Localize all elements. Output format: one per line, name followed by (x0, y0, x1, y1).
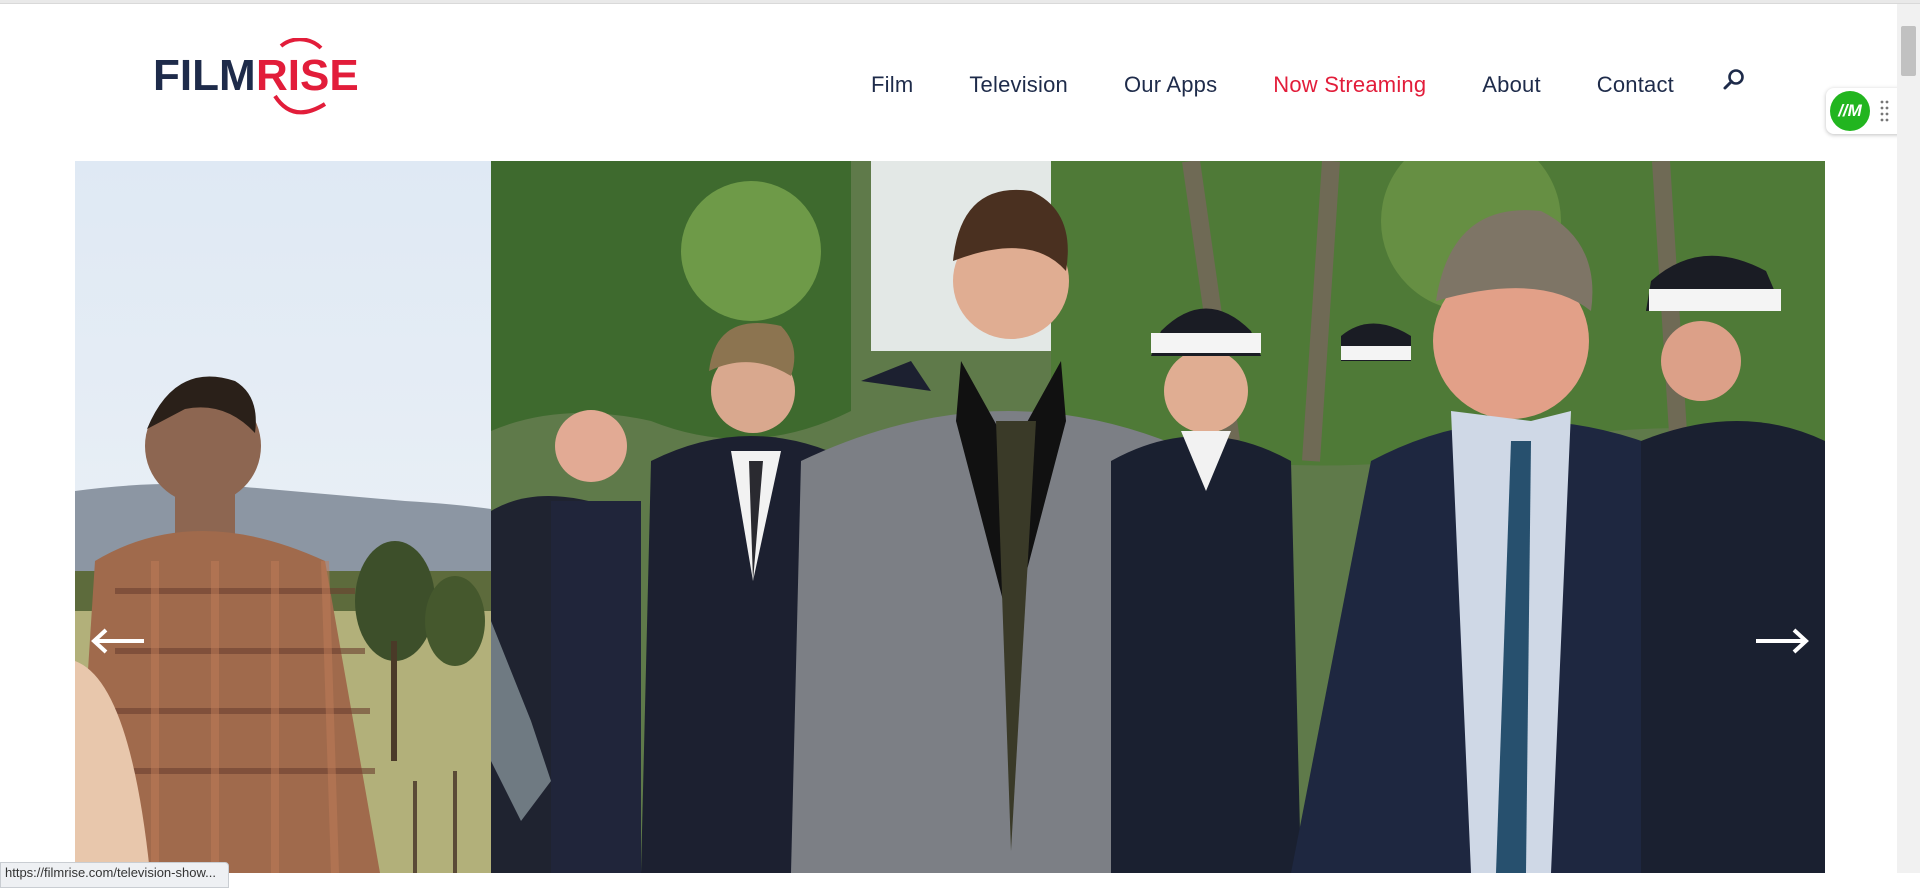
drag-handle-icon[interactable] (1880, 100, 1890, 122)
slide-previous-image[interactable] (75, 161, 491, 873)
arrow-left-icon[interactable] (88, 626, 148, 656)
arrow-right-icon[interactable] (1752, 626, 1812, 656)
search-icon[interactable] (1722, 68, 1746, 92)
nav-about[interactable]: About (1482, 72, 1541, 98)
nav-our-apps[interactable]: Our Apps (1124, 72, 1217, 98)
logo-text-film: FILM (153, 51, 256, 100)
hero-slider[interactable] (75, 161, 1825, 873)
filmrise-logo[interactable]: FILM RISE (153, 38, 363, 120)
extension-badge[interactable]: //M (1830, 91, 1870, 131)
nav-television[interactable]: Television (969, 72, 1068, 98)
main-nav: Film Television Our Apps Now Streaming A… (871, 70, 1730, 100)
nav-contact[interactable]: Contact (1597, 72, 1674, 98)
logo-text-rise: RISE (256, 51, 359, 100)
page-scrollbar[interactable] (1897, 4, 1920, 873)
scrollbar-thumb[interactable] (1901, 26, 1916, 76)
browser-top-border (0, 0, 1920, 4)
nav-film[interactable]: Film (871, 72, 913, 98)
filmrise-logo-graphic: FILM RISE (153, 38, 359, 115)
nav-now-streaming[interactable]: Now Streaming (1273, 72, 1426, 98)
slide-current-image[interactable] (491, 161, 1825, 873)
link-status-bar: https://filmrise.com/television-show... (0, 862, 229, 888)
